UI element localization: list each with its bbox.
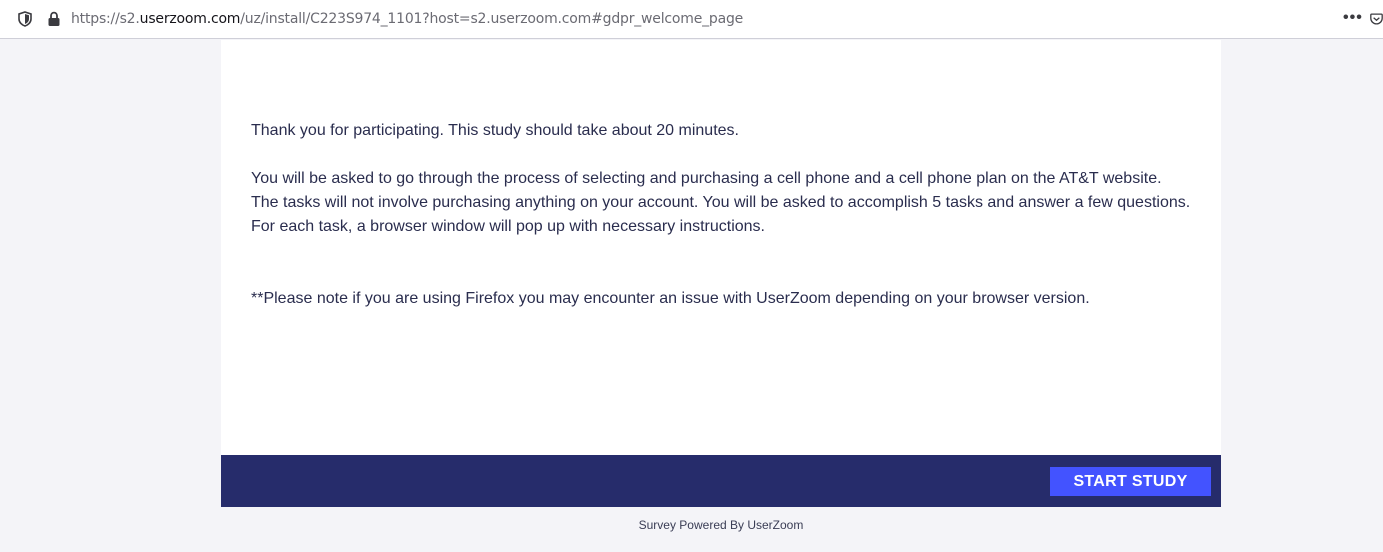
card-footer-bar: START STUDY (221, 455, 1221, 507)
intro-text: Thank you for participating. This study … (251, 122, 739, 139)
lock-icon[interactable] (47, 11, 61, 27)
shield-icon[interactable] (18, 11, 32, 27)
firefox-note: **Please note if you are using Firefox y… (251, 290, 1090, 307)
welcome-card: Thank you for participating. This study … (221, 40, 1221, 455)
pocket-icon[interactable] (1370, 11, 1383, 27)
instruction-line-2: The tasks will not involve purchasing an… (251, 194, 1191, 211)
powered-by-text: Survey Powered By UserZoom (638, 518, 804, 532)
url-host: userzoom.com (139, 11, 241, 27)
instruction-line-3: For each task, a browser window will pop… (251, 218, 765, 235)
instruction-line-1: You will be asked to go through the proc… (251, 170, 1162, 187)
url-path: /uz/install/C223S974_1101?host=s2.userzo… (240, 11, 744, 27)
browser-address-bar: https://s2.userzoom.com/uz/install/C223S… (0, 0, 1383, 39)
url-field[interactable]: https://s2.userzoom.com/uz/install/C223S… (71, 11, 743, 27)
start-study-button[interactable]: START STUDY (1050, 467, 1211, 496)
page-actions-menu-icon[interactable]: ••• (1343, 9, 1363, 27)
url-prefix: https://s2. (71, 11, 140, 27)
